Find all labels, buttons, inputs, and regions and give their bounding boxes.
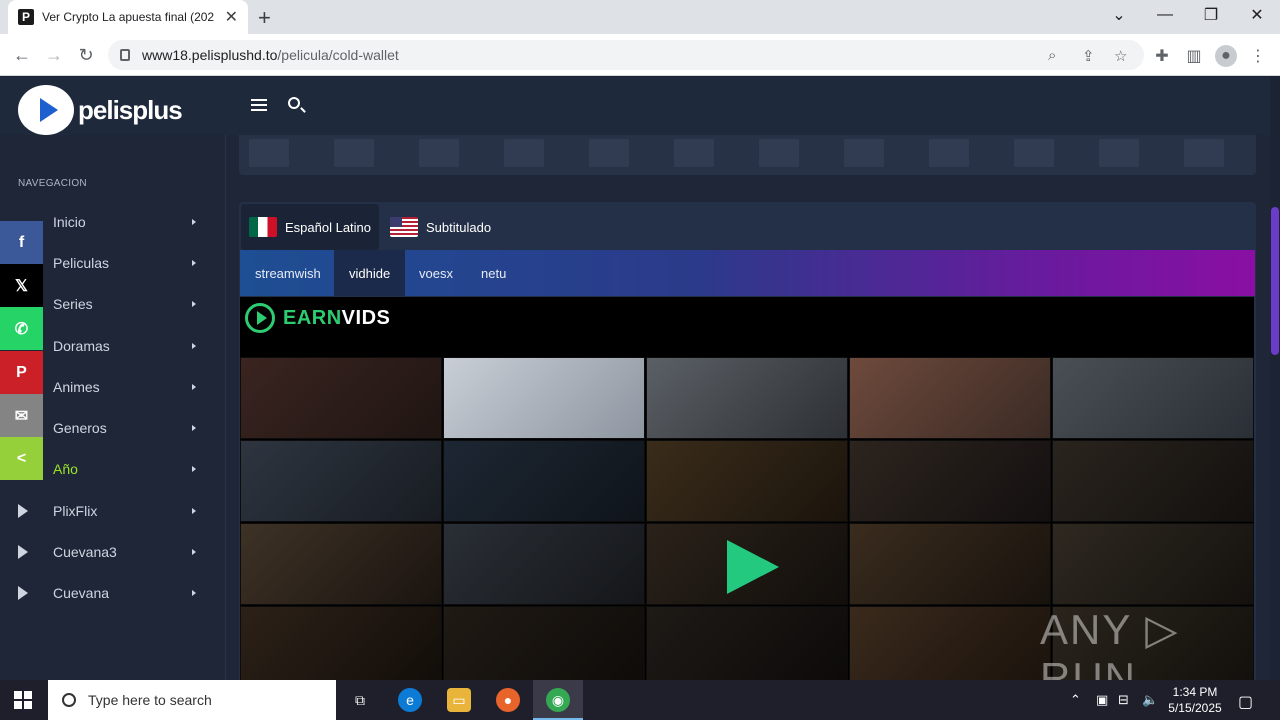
site-logo[interactable]: pelisplus <box>18 85 183 135</box>
caret-right-icon <box>192 260 196 266</box>
search-icon[interactable] <box>288 97 300 109</box>
browser-toolbar: ← → ↻ www18.pelisplushd.to/pelicula/cold… <box>0 34 1280 76</box>
anyrun-watermark: ANY ▷ RUN <box>1040 606 1180 680</box>
browser-tabstrip: P Ver Crypto La apuesta final (2025 ✕ + … <box>0 0 1280 34</box>
taskbar-clock[interactable]: 1:34 PM 5/15/2025 <box>1162 684 1228 716</box>
caret-right-icon <box>192 508 196 514</box>
logo-play-icon <box>18 85 74 135</box>
sidebar-item-cuevana3[interactable]: Cuevana3 <box>0 532 226 572</box>
back-button[interactable]: ← <box>10 43 34 67</box>
minimize-button[interactable]: — <box>1142 0 1188 30</box>
chrome-icon[interactable]: ◉ <box>546 688 570 712</box>
server-streamwish[interactable]: streamwish <box>240 250 336 296</box>
page-content: pelisplus NAVEGACION Inicio Peliculas Se… <box>0 77 1270 680</box>
network-icon[interactable]: ⊟ <box>1118 692 1129 708</box>
device-icon[interactable]: ▣ <box>1096 692 1108 708</box>
new-tab-button[interactable]: + <box>258 5 271 31</box>
server-vidhide[interactable]: vidhide <box>334 250 406 296</box>
profile-avatar-icon[interactable]: ● <box>1215 45 1237 67</box>
reload-button[interactable]: ↻ <box>74 43 98 67</box>
edge-icon[interactable]: e <box>398 688 422 712</box>
address-bar[interactable]: www18.pelisplushd.to/pelicula/cold-walle… <box>108 40 1144 70</box>
usa-flag-icon <box>390 217 418 237</box>
tab-espanol-latino[interactable]: Español Latino <box>241 204 380 250</box>
sidebar-item-plixflix[interactable]: PlixFlix <box>0 491 226 531</box>
restore-button[interactable]: ❐ <box>1188 0 1234 30</box>
forward-button[interactable]: → <box>42 43 66 67</box>
poster-strip <box>239 135 1256 175</box>
play-button-icon[interactable] <box>727 540 779 594</box>
close-window-button[interactable]: ✕ <box>1234 0 1280 30</box>
tab-subtitulado[interactable]: Subtitulado <box>382 204 499 250</box>
nav-section-title: NAVEGACION <box>18 178 87 189</box>
zoom-icon[interactable]: ⌕ <box>1048 47 1056 64</box>
browser-tab[interactable]: P Ver Crypto La apuesta final (2025 ✕ <box>8 0 248 34</box>
volume-icon[interactable]: 🔈 <box>1142 692 1158 708</box>
earnvids-play-icon <box>245 303 275 333</box>
earnvids-logo: EARNVIDS <box>245 303 390 333</box>
file-explorer-icon[interactable]: ▭ <box>447 688 471 712</box>
tab-title: Ver Crypto La apuesta final (2025 <box>42 10 214 24</box>
caret-right-icon <box>192 466 196 472</box>
page-scrollbar-track[interactable] <box>1270 77 1280 680</box>
caret-right-icon <box>192 301 196 307</box>
mexico-flag-icon <box>249 217 277 237</box>
server-voesx[interactable]: voesx <box>404 250 468 296</box>
side-panel-icon[interactable]: ▥ <box>1183 45 1205 67</box>
pinterest-share-button[interactable]: P <box>0 351 43 394</box>
site-header: pelisplus <box>0 77 1270 135</box>
tab-search-icon[interactable]: ⌄ <box>1096 0 1142 30</box>
close-tab-icon[interactable]: ✕ <box>225 7 238 27</box>
taskbar-search-box[interactable]: Type here to search <box>48 680 336 720</box>
video-player[interactable]: EARNVIDS ANY ▷ RUN <box>240 297 1254 680</box>
lock-icon <box>120 49 130 61</box>
play-icon <box>18 586 28 600</box>
menu-kebab-icon[interactable]: ⋮ <box>1247 45 1269 67</box>
caret-right-icon <box>192 343 196 349</box>
email-share-button[interactable]: ✉ <box>0 394 43 437</box>
caret-right-icon <box>192 219 196 225</box>
player-container: Español Latino Subtitulado streamwish vi… <box>239 202 1256 680</box>
search-icon <box>62 693 76 707</box>
whatsapp-share-button[interactable]: ✆ <box>0 307 43 350</box>
server-netu[interactable]: netu <box>466 250 521 296</box>
sidebar-item-cuevana[interactable]: Cuevana <box>0 573 226 613</box>
site-favicon-icon: P <box>18 9 34 25</box>
firefox-icon[interactable]: ● <box>496 688 520 712</box>
caret-right-icon <box>192 590 196 596</box>
notification-icon[interactable]: ▢ <box>1238 692 1253 712</box>
task-view-icon[interactable]: ⧉ <box>348 688 372 712</box>
page-scrollbar-thumb[interactable] <box>1271 207 1279 355</box>
play-icon <box>18 504 28 518</box>
hamburger-menu-icon[interactable] <box>251 99 267 111</box>
sharethis-button[interactable]: < <box>0 437 43 480</box>
caret-right-icon <box>192 425 196 431</box>
url-text: www18.pelisplushd.to/pelicula/cold-walle… <box>142 47 399 63</box>
show-hidden-icons-icon[interactable]: ⌃ <box>1070 692 1081 708</box>
server-tabs: streamwish vidhide voesx netu <box>240 250 1255 296</box>
windows-taskbar: Type here to search ⧉ e ▭ ● ◉ ⌃ ▣ ⊟ 🔈 1:… <box>0 680 1280 720</box>
windows-start-icon[interactable] <box>14 691 32 709</box>
caret-right-icon <box>192 384 196 390</box>
facebook-share-button[interactable]: f <box>0 221 43 264</box>
play-icon <box>18 545 28 559</box>
caret-right-icon <box>192 549 196 555</box>
x-share-button[interactable]: 𝕏 <box>0 264 43 307</box>
share-page-icon[interactable]: ⇪ <box>1082 47 1095 65</box>
extensions-icon[interactable]: ✚ <box>1151 45 1173 67</box>
bookmark-star-icon[interactable]: ☆ <box>1114 47 1127 65</box>
